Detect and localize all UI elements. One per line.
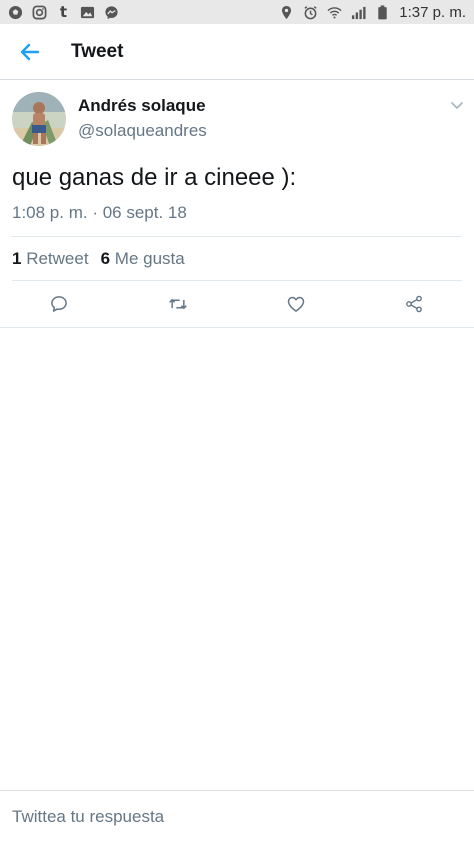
retweet-icon (169, 298, 187, 310)
app-bar: Tweet (0, 24, 474, 80)
retweet-count: 1 (12, 249, 22, 268)
status-time: 1:37 p. m. (399, 3, 466, 21)
messenger-icon (104, 5, 119, 20)
like-count: 6 (100, 249, 111, 268)
tweet-actions (0, 282, 474, 326)
gallery-icon (80, 5, 95, 20)
status-right-icons: 1:37 p. m. (279, 4, 466, 21)
divider (0, 327, 474, 328)
instagram-icon (32, 5, 47, 20)
reply-bar (0, 790, 474, 842)
share-icon (406, 295, 422, 313)
retweet-button[interactable] (167, 293, 189, 315)
tumblr-icon: t (59, 3, 68, 21)
arrow-left-icon (20, 43, 40, 60)
back-button[interactable] (0, 24, 60, 80)
battery-icon (375, 4, 390, 20)
like-button[interactable] (285, 293, 307, 315)
likes-stat[interactable]: 6 Me gusta (101, 249, 185, 269)
share-button[interactable] (403, 293, 425, 315)
tweet-timestamp: 1:08 p. m. · 06 sept. 18 (12, 203, 187, 222)
tweet-text: que ganas de ir a cineee ): (12, 164, 297, 191)
author-name[interactable]: Andrés solaque (78, 96, 206, 116)
signal-icon (351, 5, 366, 20)
soccer-ball-icon (8, 5, 23, 20)
page-title: Tweet (71, 40, 124, 62)
retweets-stat[interactable]: 1 Retweet (12, 249, 89, 269)
tweet-stats: 1 Retweet 6 Me gusta (12, 249, 185, 269)
reply-input[interactable] (12, 807, 462, 827)
more-options-button[interactable] (448, 96, 466, 114)
alarm-icon (303, 5, 318, 20)
like-label: Me gusta (114, 249, 185, 268)
wifi-icon (327, 5, 342, 20)
reply-button[interactable] (48, 293, 70, 315)
status-bar: t 1:37 p. m. (0, 0, 474, 24)
like-icon (287, 296, 305, 312)
location-icon (279, 5, 294, 20)
chevron-down-icon (451, 102, 463, 109)
avatar[interactable] (12, 92, 66, 146)
retweet-label: Retweet (26, 249, 89, 268)
divider (12, 280, 462, 281)
author-handle[interactable]: @solaqueandres (78, 121, 207, 141)
divider (12, 236, 462, 237)
reply-icon (51, 296, 67, 312)
status-left-icons: t (8, 3, 119, 21)
